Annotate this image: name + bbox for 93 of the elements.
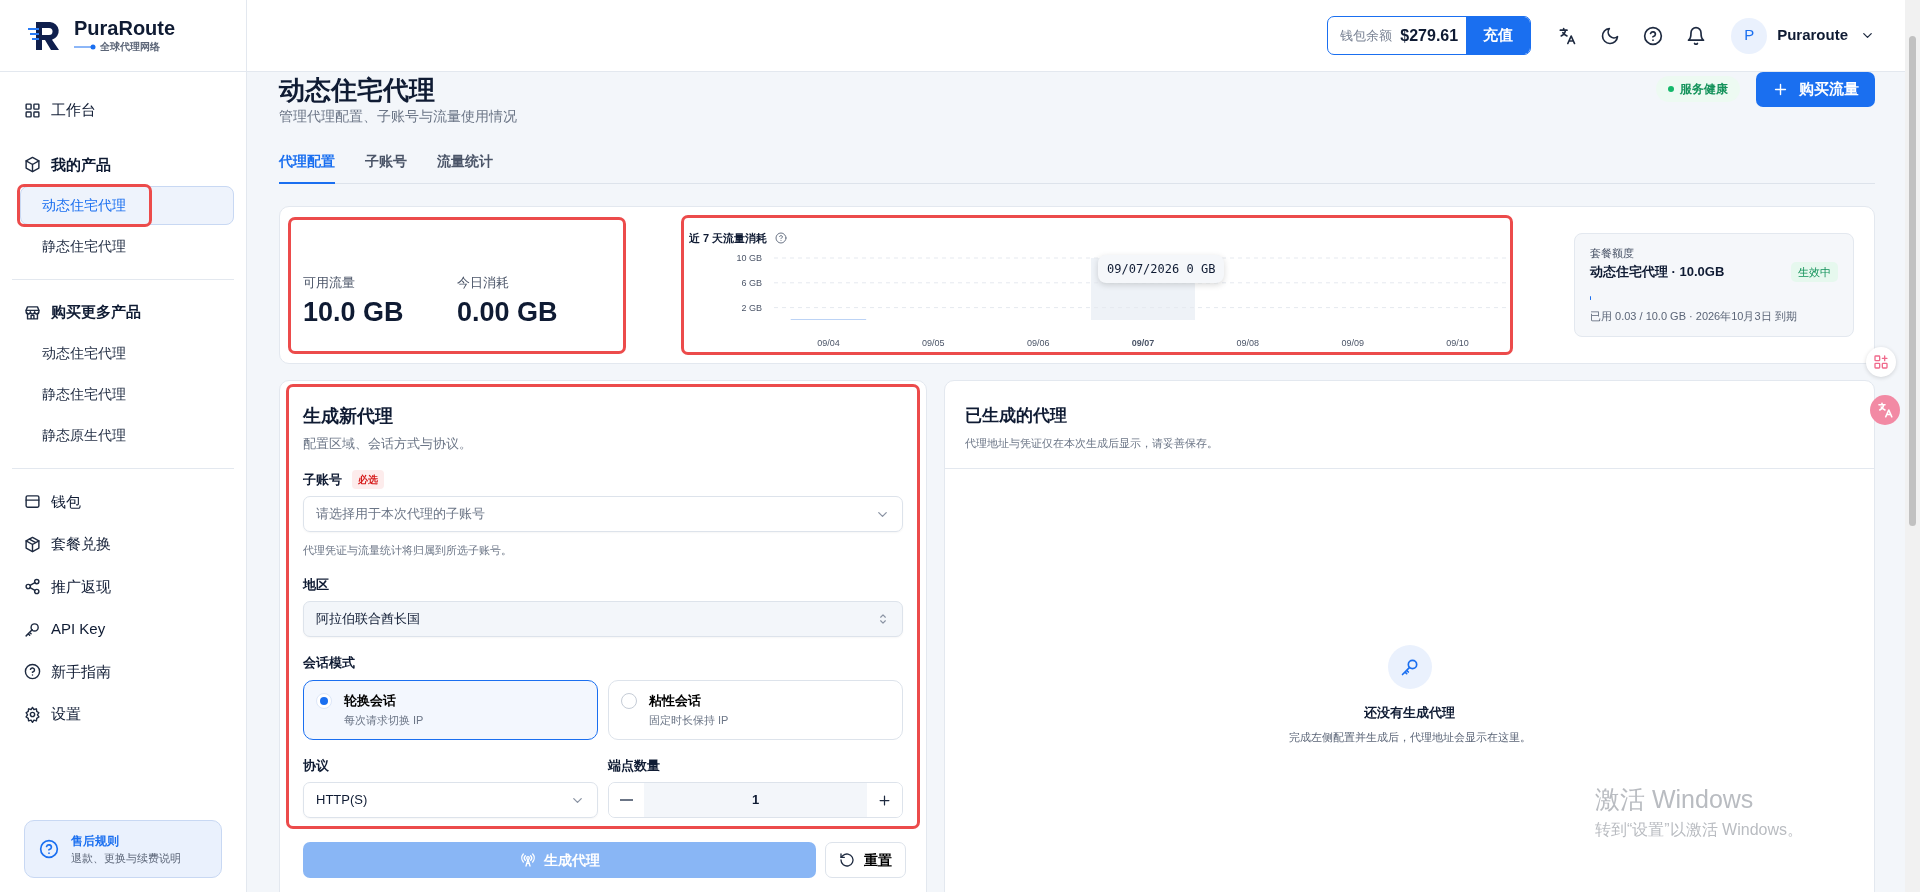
recharge-button[interactable]: 充值 [1466,17,1531,54]
user-name[interactable]: Puraroute [1777,24,1848,47]
session-option[interactable]: 轮换会话 每次请求切换 IP [303,679,598,740]
axis-label: 09/05 [922,337,945,347]
dark-mode-icon[interactable] [1599,25,1620,46]
wallet-icon [24,493,41,511]
antenna-icon [519,852,536,869]
axis-label: 2 GB [741,302,762,313]
protocol-select[interactable]: HTTP(S) [303,782,598,819]
status-tag: 生效中 [1791,261,1838,283]
reset-icon [839,852,855,869]
required-badge: 必选 [352,469,384,489]
reset-button[interactable]: 重置 [825,842,906,879]
axis-label: 09/06 [1026,337,1050,347]
page-subtitle: 管理代理配置、子账号与流量使用情况 [279,107,517,127]
card-subtitle: 代理地址与凭证仅在本次生成后显示，请妥善保存。 [965,435,1219,451]
status-indicator: 服务健康 [1656,76,1740,103]
field-label: 会话模式 [303,654,356,673]
dashboard-icon [24,101,41,119]
apps-icon[interactable] [1873,354,1889,370]
help-title: 售后规则 [71,832,120,850]
chart-tooltip: 09/07/2026 0 GB [1098,254,1225,283]
activation-title: 激活 Windows [1595,786,1755,814]
field-label: 协议 [303,756,330,775]
sidebar-item[interactable]: 静态住宅代理 [20,374,234,414]
axis-label: 09/08 [1236,337,1260,347]
stat-label: 可用流量 [303,273,356,292]
stat-value: 0.00 GB [457,296,559,329]
wallet-label: 钱包余额 [1339,26,1393,45]
sidebar-item[interactable]: 动态住宅代理 [20,186,234,225]
empty-text: 完成左侧配置并生成后，代理地址会显示在这里。 [1288,729,1531,745]
stat-label: 今日消耗 [457,273,510,292]
sidebar-link[interactable]: 推广返现 [12,565,234,608]
axis-label: 09/09 [1341,337,1364,347]
brand-name: PuraRoute [74,17,176,39]
key-icon [1399,657,1420,678]
settings-icon [24,705,41,723]
share-icon [24,578,41,596]
plan-name: 动态住宅代理 · 10.0GB [1590,263,1725,282]
card-title: 已生成的代理 [965,405,1068,428]
axis-label: 09/10 [1446,337,1469,347]
brand-tagline: 全球代理网络 [100,40,160,54]
chart-title: 近 7 天流量消耗 [689,231,768,247]
wallet-amount: $279.61 [1399,25,1460,46]
sidebar-link[interactable]: 套餐兑换 [12,523,234,566]
sub-account-select[interactable]: 请选择用于本次代理的子账号 [303,496,903,533]
package-icon [24,535,41,553]
field-label: 端点数量 [608,756,661,775]
scrollbar[interactable] [1905,0,1920,892]
form-title: 生成新代理 [303,405,394,429]
help-icon [775,232,788,245]
tab[interactable]: 代理配置 [279,151,335,185]
sidebar-item[interactable]: 静态原生代理 [20,415,234,455]
help-text: 代理凭证与流量统计将归属到所选子账号。 [303,543,513,559]
help-icon[interactable] [1642,25,1663,46]
user-avatar[interactable]: P [1731,17,1768,54]
help-card[interactable]: 售后规则 退款、更换与续费说明 [24,819,222,878]
region-select[interactable]: 阿拉伯联合酋长国 [303,601,903,638]
sidebar-link[interactable]: 工作台 [12,90,234,131]
help-subtitle: 退款、更换与续费说明 [71,850,181,866]
cube-icon [24,156,41,174]
notification-icon[interactable] [1685,25,1706,46]
form-subtitle: 配置区域、会话方式与协议。 [303,435,473,454]
scrollbar-thumb[interactable] [1909,36,1916,526]
section-heading: 购买更多产品 [12,292,234,333]
axis-label: 10 GB [736,252,762,263]
session-option[interactable]: 粘性会话 固定时长保持 IP [608,679,903,740]
axis-label: 09/04 [817,337,840,347]
tab[interactable]: 子账号 [365,151,407,185]
help-icon [24,663,41,681]
usage-text: 已用 0.03 / 10.0 GB · 2026年10月3日 到期 [1590,309,1798,325]
axis-label: 6 GB [741,277,762,288]
buy-traffic-button[interactable]: 购买流量 [1756,72,1875,107]
field-label: 子账号 [303,470,342,489]
field-label: 地区 [303,575,330,594]
line-dot-icon [74,43,96,50]
empty-title: 还没有生成代理 [1364,704,1455,723]
sidebar-item[interactable]: 静态住宅代理 [20,227,234,266]
tab[interactable]: 流量统计 [437,151,493,185]
activation-text: 转到“设置”以激活 Windows。 [1595,819,1803,840]
sidebar-link[interactable]: API Key [12,608,234,651]
section-heading: 我的产品 [12,144,234,185]
page-title: 动态住宅代理 [279,75,436,107]
axis-label: 09/07 [1131,337,1155,347]
sidebar-item[interactable]: 动态住宅代理 [20,333,234,373]
stat-value: 10.0 GB [303,296,405,329]
sidebar-link[interactable]: 新手指南 [12,650,234,693]
sidebar-link[interactable]: 设置 [12,693,234,736]
plan-label: 套餐额度 [1590,246,1635,262]
key-icon [24,620,41,638]
help-icon [39,838,59,859]
sidebar-link[interactable]: 钱包 [12,480,234,523]
store-icon [24,303,41,321]
